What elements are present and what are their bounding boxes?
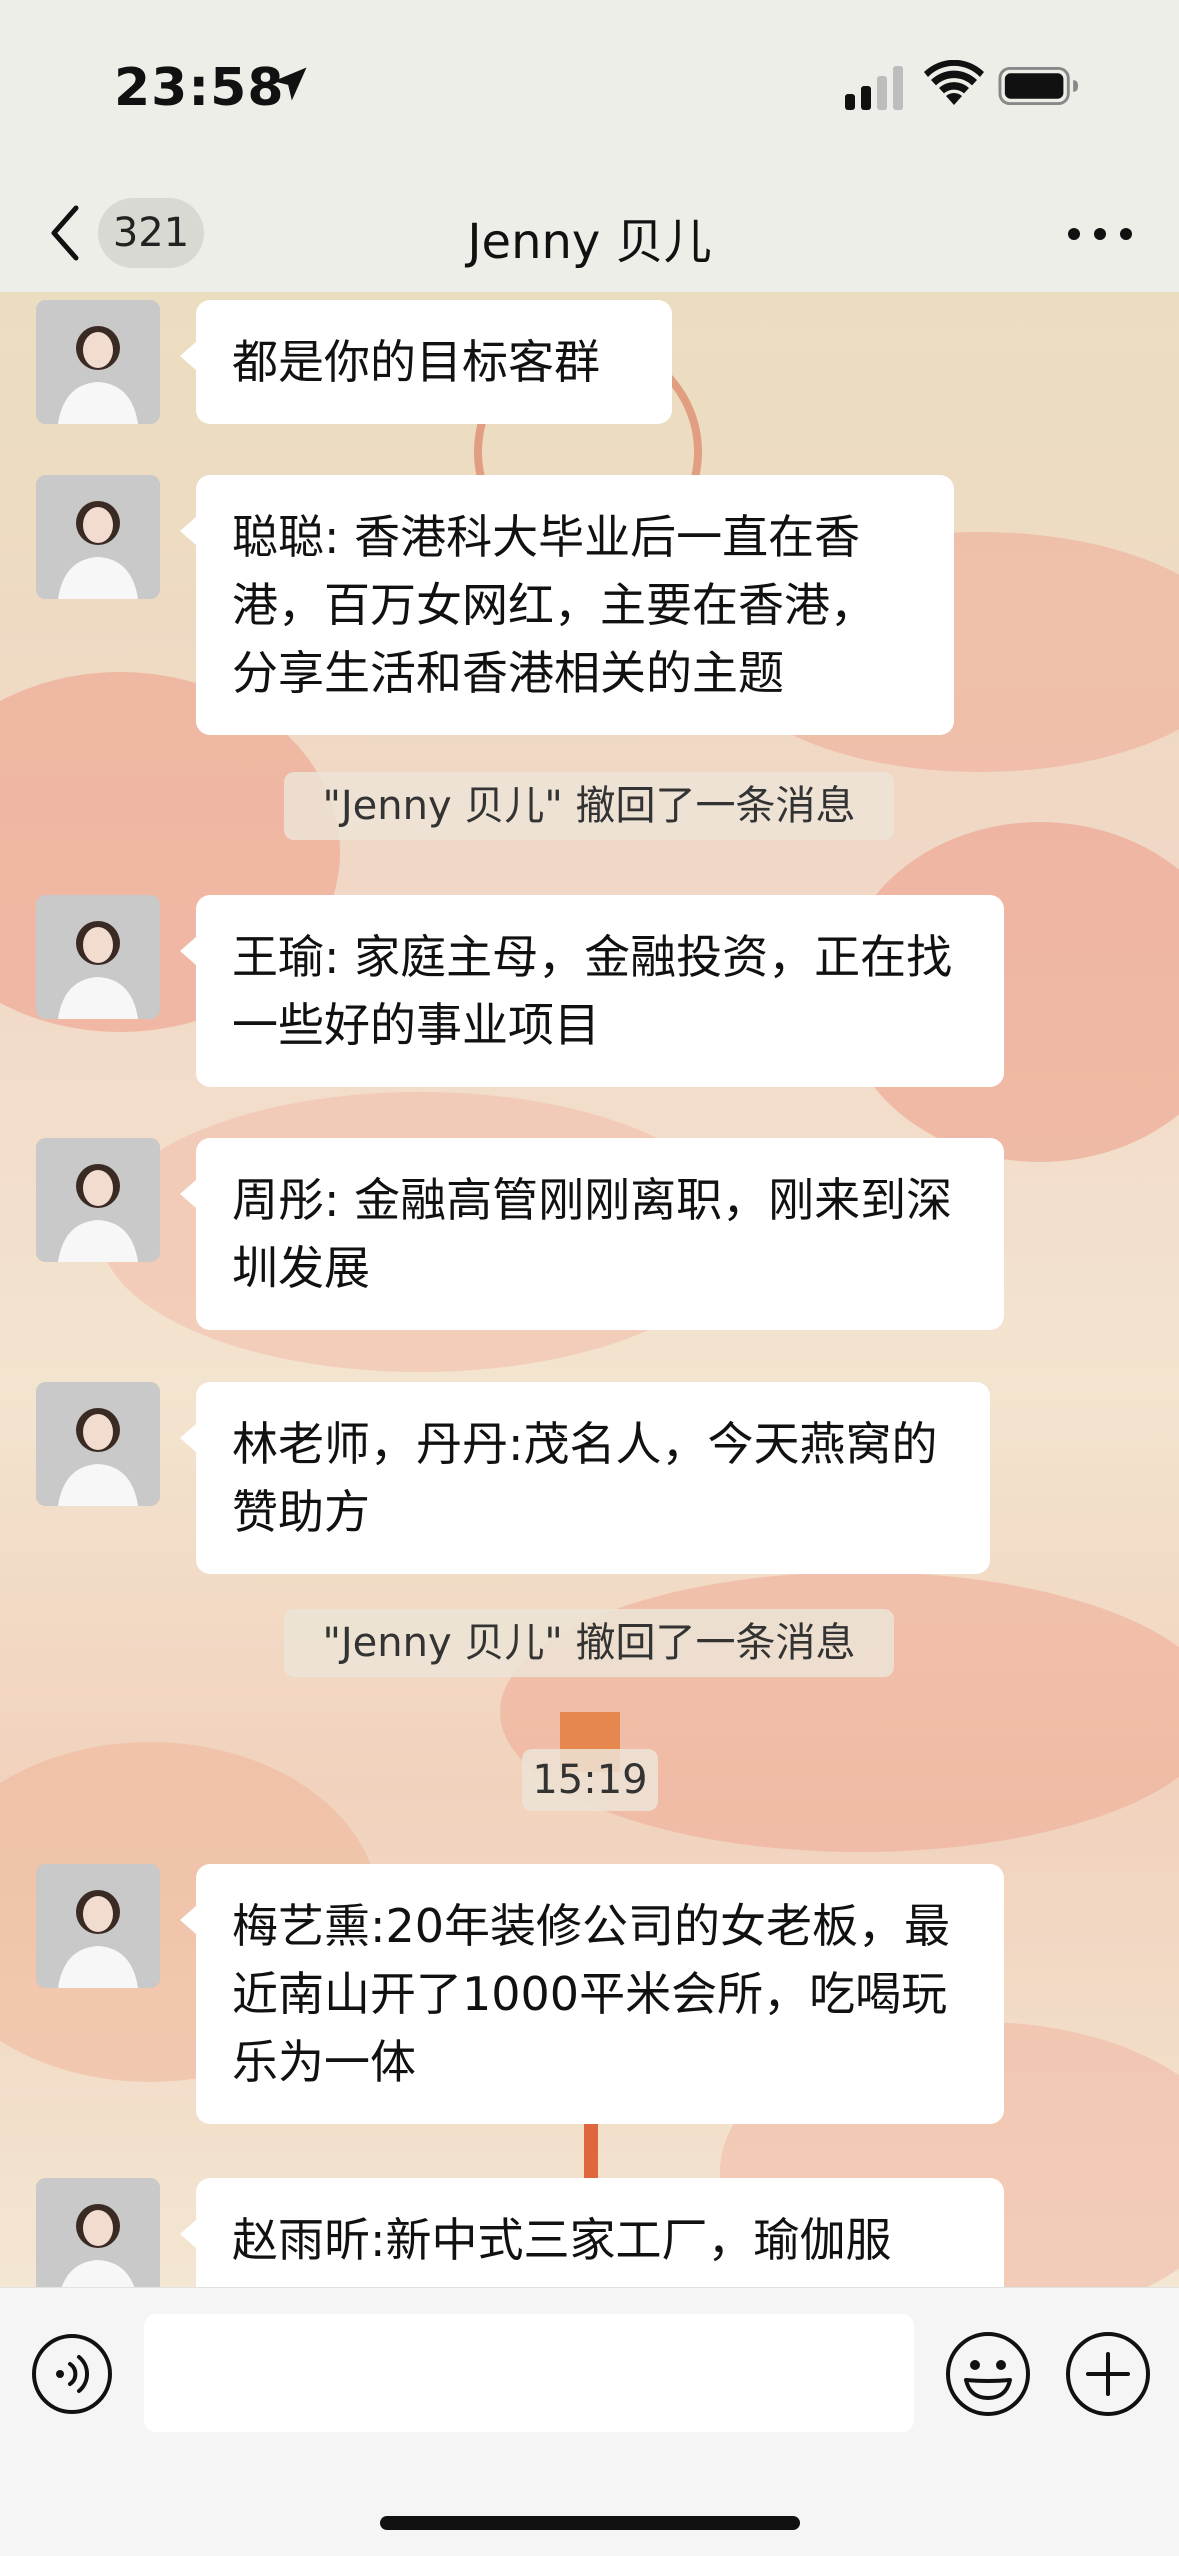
cellular-signal-icon [845,66,903,110]
message-bubble[interactable]: 赵雨昕:新中式三家工厂，瑜伽服 [180,2178,1004,2287]
message-bubble[interactable]: 王瑜: 家庭主母，金融投资，正在找一些好的事业项目 [180,895,1004,1087]
message-bubble[interactable]: 林老师，丹丹:茂名人，今天燕窝的赞助方 [180,1382,990,1574]
avatar[interactable] [36,895,160,1019]
avatar[interactable] [36,2178,160,2287]
battery-icon [998,66,1079,106]
avatar[interactable] [36,475,160,599]
wechat-group-chat: 23:58 321 Jenny 贝儿 都是你的目标客群 聪聪: 香港科大毕业后一… [0,0,1179,2556]
message-bubble[interactable]: 梅艺熏:20年装修公司的女老板，最近南山开了1000平米会所，吃喝玩乐为一体 [180,1864,1004,2124]
chat-header: 321 Jenny 贝儿 [0,176,1179,293]
status-time: 23:58 [114,58,285,118]
wifi-icon [924,60,984,105]
system-notice-recall: "Jenny 贝儿" 撤回了一条消息 [284,1609,894,1677]
avatar[interactable] [36,300,160,424]
message-bubble[interactable]: 周彤: 金融高管刚刚离职，刚来到深圳发展 [180,1138,1004,1330]
input-bar [0,2287,1179,2556]
avatar[interactable] [36,1382,160,1506]
message-input[interactable] [144,2314,914,2432]
system-notice-recall: "Jenny 贝儿" 撤回了一条消息 [284,772,894,840]
home-indicator [380,2516,800,2530]
emoji-icon[interactable] [944,2330,1032,2418]
status-bar: 23:58 [0,0,1179,176]
avatar[interactable] [36,1138,160,1262]
plus-icon[interactable] [1064,2330,1152,2418]
chat-title: Jenny 贝儿 [467,214,712,270]
ellipsis-icon[interactable] [1060,204,1140,264]
message-bubble[interactable]: 聪聪: 香港科大毕业后一直在香港，百万女网红，主要在香港，分享生活和香港相关的主… [180,475,954,735]
timestamp-divider: 15:19 [522,1749,658,1811]
message-bubble[interactable]: 都是你的目标客群 [180,300,672,424]
avatar[interactable] [36,1864,160,1988]
message-list[interactable]: 都是你的目标客群 聪聪: 香港科大毕业后一直在香港，百万女网红，主要在香港，分享… [0,292,1179,2287]
voice-input-icon[interactable] [30,2332,114,2416]
location-arrow-icon [273,67,307,101]
